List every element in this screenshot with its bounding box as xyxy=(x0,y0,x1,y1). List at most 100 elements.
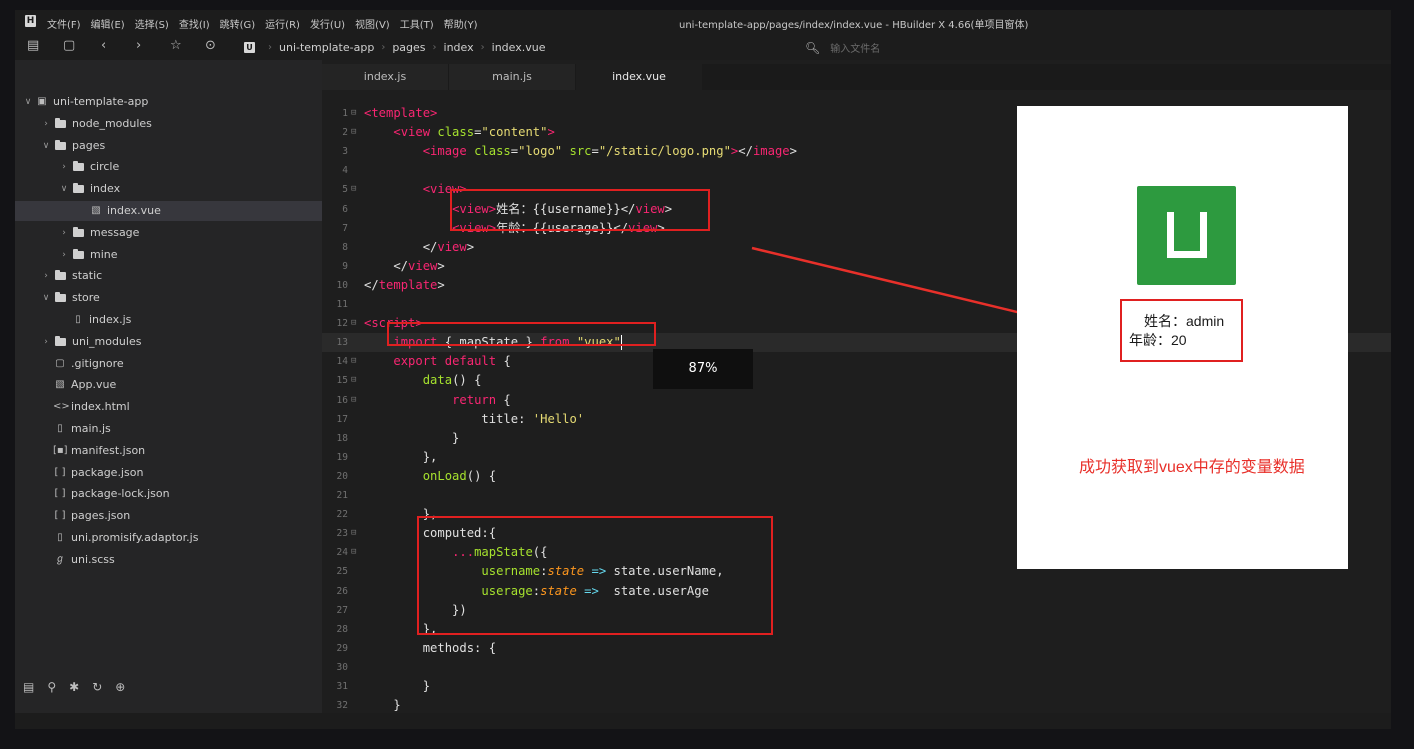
chevron-right-icon[interactable]: › xyxy=(57,245,71,265)
chevron-down-icon[interactable]: ∨ xyxy=(21,92,35,112)
file-tree-item[interactable]: [ ] package.json xyxy=(15,463,322,483)
code-token: } xyxy=(364,698,401,713)
menu-item[interactable]: 视图(V) xyxy=(355,16,390,31)
menu-item[interactable]: 查找(I) xyxy=(179,16,210,31)
file-tree-item[interactable]: ℊ uni.scss xyxy=(15,550,322,570)
fold-toggle-icon[interactable]: ⊟ xyxy=(351,104,356,123)
file-tree-label: main.js xyxy=(71,422,111,435)
menu-item[interactable]: 工具(T) xyxy=(400,16,434,31)
chevron-right-icon[interactable]: › xyxy=(57,223,71,243)
file-tree-item[interactable]: ▧ index.vue xyxy=(15,201,322,221)
chevron-right-icon[interactable]: › xyxy=(39,114,53,134)
folder-icon xyxy=(55,335,66,346)
code-text: onLoad() { xyxy=(364,467,496,486)
menu-item[interactable]: 发行(U) xyxy=(310,16,345,31)
file-tree-label: index xyxy=(90,182,121,196)
breadcrumb: U › uni-template-app › pages › index › i… xyxy=(244,41,545,54)
back-arrow-icon[interactable]: ‹ xyxy=(101,39,106,53)
file-search-input[interactable]: 🔍︎ 输入文件名 xyxy=(805,40,880,56)
file-tree-item[interactable]: ∨ ▣ uni-template-app xyxy=(15,92,322,112)
file-tree-item[interactable]: ∨ index xyxy=(15,179,322,199)
file-tree-item[interactable]: ▯ main.js xyxy=(15,419,322,439)
line-number: 4 xyxy=(342,165,348,177)
new-file-icon[interactable]: ▤ xyxy=(27,39,39,53)
fold-toggle-icon[interactable]: ⊟ xyxy=(351,314,356,333)
breadcrumb-item[interactable]: index xyxy=(444,41,474,54)
file-tree-item[interactable]: ▯ uni.promisify.adaptor.js xyxy=(15,528,322,548)
file-tree-label: index.vue xyxy=(107,204,161,217)
js-file-icon: ▯ xyxy=(75,314,81,325)
star-icon[interactable]: ☆ xyxy=(170,39,182,53)
file-tree-item[interactable]: [ ] package-lock.json xyxy=(15,484,322,504)
menu-item[interactable]: 编辑(E) xyxy=(91,16,125,31)
debug-icon[interactable]: ✱ xyxy=(69,680,79,694)
code-text: </view> xyxy=(364,257,445,276)
chevron-right-icon[interactable]: › xyxy=(39,266,53,286)
file-tree-item[interactable]: ▯ index.js xyxy=(15,310,322,330)
window-title: uni-template-app/pages/index/index.vue -… xyxy=(679,20,1029,31)
file-tree-item[interactable]: › mine xyxy=(15,245,322,265)
code-line[interactable]: 29 methods: { xyxy=(322,639,1391,658)
file-tree-item[interactable]: ∨ store xyxy=(15,288,322,308)
file-tree-label: manifest.json xyxy=(71,443,146,457)
chevron-right-icon[interactable]: › xyxy=(39,332,53,352)
breadcrumb-item[interactable]: uni-template-app xyxy=(279,41,374,54)
chevron-down-icon[interactable]: ∨ xyxy=(39,288,53,308)
fold-toggle-icon[interactable]: ⊟ xyxy=(351,180,356,199)
chevron-down-icon[interactable]: ∨ xyxy=(57,179,71,199)
explorer-icon[interactable]: ▤ xyxy=(23,680,34,694)
fold-toggle-icon[interactable]: ⊟ xyxy=(351,123,356,142)
chevron-right-icon[interactable]: › xyxy=(57,157,71,177)
menu-item[interactable]: 跳转(G) xyxy=(220,16,256,31)
menu-item[interactable]: 帮助(Y) xyxy=(444,16,478,31)
file-tree-label: store xyxy=(72,291,100,305)
code-token: > xyxy=(437,258,445,273)
search-icon[interactable]: ⚲ xyxy=(47,680,56,694)
line-number: 2 xyxy=(342,127,348,139)
source-control-icon[interactable]: ↻ xyxy=(92,680,102,694)
file-tree-item[interactable]: [▪] manifest.json xyxy=(15,441,322,461)
code-token: "logo" xyxy=(518,144,563,159)
menu-item[interactable]: 运行(R) xyxy=(265,16,300,31)
tab-index-js[interactable]: index.js xyxy=(322,64,448,90)
file-tree-item[interactable]: ∨ pages xyxy=(15,136,322,156)
fold-toggle-icon[interactable]: ⊟ xyxy=(351,543,356,562)
scss-file-icon: ℊ xyxy=(55,553,65,565)
save-icon[interactable]: ▢ xyxy=(63,39,75,53)
fold-toggle-icon[interactable]: ⊟ xyxy=(351,391,356,410)
fold-toggle-icon[interactable]: ⊟ xyxy=(351,524,356,543)
tab-main-js[interactable]: main.js xyxy=(449,64,575,90)
code-line[interactable]: 30 xyxy=(322,658,1391,677)
chevron-down-icon[interactable]: ∨ xyxy=(39,136,53,156)
file-tree-item[interactable]: <> index.html xyxy=(15,397,322,417)
breadcrumb-item[interactable]: pages xyxy=(392,41,425,54)
menu-item[interactable]: 文件(F) xyxy=(47,16,81,31)
line-number: 3 xyxy=(342,146,348,158)
forward-arrow-icon[interactable]: › xyxy=(136,39,141,53)
fold-toggle-icon[interactable]: ⊟ xyxy=(351,371,356,390)
file-tree-label: node_modules xyxy=(72,116,152,130)
run-icon[interactable]: ⊙ xyxy=(205,39,216,53)
folder-icon xyxy=(73,248,84,259)
file-tree-item[interactable]: › circle xyxy=(15,157,322,177)
tab-label: index.js xyxy=(363,70,407,83)
code-line[interactable]: 31 } xyxy=(322,677,1391,696)
tab-index-vue[interactable]: index.vue xyxy=(576,64,702,90)
file-tree-item[interactable]: › uni_modules xyxy=(15,332,322,352)
menu-item[interactable]: 选择(S) xyxy=(135,16,169,31)
file-tree-item[interactable]: ▢ .gitignore xyxy=(15,354,322,374)
file-tree-item[interactable]: › message xyxy=(15,223,322,243)
code-text: methods: { xyxy=(364,639,496,658)
file-tree-item[interactable]: › node_modules xyxy=(15,114,322,134)
line-number: 16 xyxy=(336,394,348,406)
file-tree-item[interactable]: ▧ App.vue xyxy=(15,375,322,395)
file-tree-item[interactable]: [ ] pages.json xyxy=(15,506,322,526)
manifest-icon: [▪] xyxy=(53,444,68,456)
breadcrumb-item[interactable]: index.vue xyxy=(492,41,546,54)
plugin-icon[interactable]: ⊕ xyxy=(115,680,125,694)
file-tree-item[interactable]: › static xyxy=(15,266,322,286)
fold-toggle-icon[interactable]: ⊟ xyxy=(351,352,356,371)
